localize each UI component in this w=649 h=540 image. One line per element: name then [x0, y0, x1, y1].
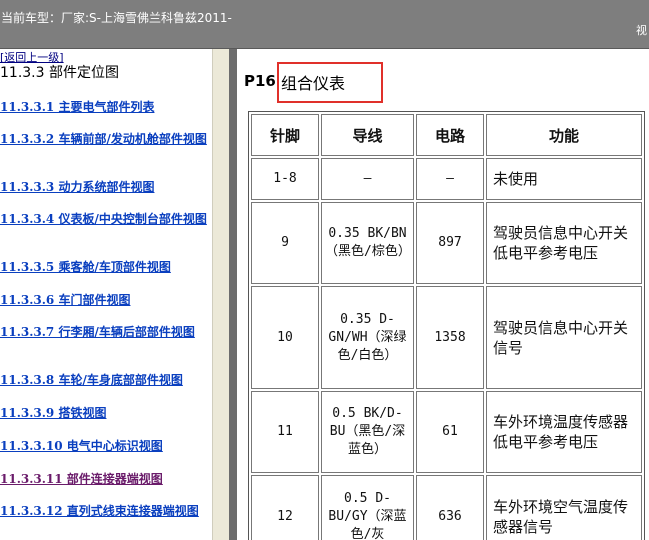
title-bar: 当前车型：厂家:S-上海雪佛兰科鲁兹2011- 视: [0, 0, 649, 49]
cell-pin: 12: [251, 475, 319, 540]
cell-wire: 0.5 D-BU/GY（深蓝色/灰: [321, 475, 414, 540]
pane-gutter: [229, 49, 237, 540]
table-row: 11 0.5 BK/D-BU（黑色/深蓝色） 61 车外环境温度传感器低电平参考…: [251, 391, 642, 473]
navigation-pane: [返回上一级] 11.3.3 部件定位图 11.3.3.1 主要电气部件列表 1…: [0, 49, 212, 540]
view-menu-label[interactable]: 视: [636, 22, 647, 38]
cell-wire: 0.5 BK/D-BU（黑色/深蓝色）: [321, 391, 414, 473]
nav-link-powertrain-view[interactable]: 11.3.3.3 动力系统部件视图: [0, 180, 208, 195]
cell-pin: 11: [251, 391, 319, 473]
nav-link-inline-harness-view[interactable]: 11.3.3.12 直列式线束连接器端视图: [0, 504, 208, 519]
nav-link-connector-end-view[interactable]: 11.3.3.11 部件连接器端视图: [0, 472, 208, 487]
content-pane: P16 组合仪表 针脚 导线 电路 功能 1-8 — — 未使用 9 0.35 …: [237, 49, 649, 540]
header-function: 功能: [486, 114, 642, 156]
pane-splitter[interactable]: [212, 49, 229, 540]
nav-link-front-engine-view[interactable]: 11.3.3.2 车辆前部/发动机舱部件视图: [0, 132, 208, 147]
cell-pin: 10: [251, 286, 319, 389]
cell-function: 车外环境温度传感器低电平参考电压: [486, 391, 642, 473]
cell-pin: 9: [251, 202, 319, 284]
nav-link-electrical-center-view[interactable]: 11.3.3.10 电气中心标识视图: [0, 439, 208, 454]
cell-wire: —: [321, 158, 414, 200]
cell-circuit: —: [416, 158, 484, 200]
cell-function: 驾驶员信息中心开关信号: [486, 286, 642, 389]
nav-link-cabin-roof-view[interactable]: 11.3.3.5 乘客舱/车顶部件视图: [0, 260, 208, 275]
cell-function: 车外环境空气温度传感器信号: [486, 475, 642, 540]
cell-wire: 0.35 D-GN/WH（深绿色/白色）: [321, 286, 414, 389]
cell-circuit: 1358: [416, 286, 484, 389]
section-title: 11.3.3 部件定位图: [0, 65, 119, 81]
nav-link-door-view[interactable]: 11.3.3.6 车门部件视图: [0, 293, 208, 308]
table-row: 10 0.35 D-GN/WH（深绿色/白色） 1358 驾驶员信息中心开关信号: [251, 286, 642, 389]
nav-link-ground-view[interactable]: 11.3.3.9 搭铁视图: [0, 406, 208, 421]
header-wire: 导线: [321, 114, 414, 156]
table-row: 1-8 — — 未使用: [251, 158, 642, 200]
cell-pin: 1-8: [251, 158, 319, 200]
vehicle-model-title: 当前车型：厂家:S-上海雪佛兰科鲁兹2011-: [1, 11, 232, 25]
cell-function: 未使用: [486, 158, 642, 200]
nav-link-main-parts-list[interactable]: 11.3.3.1 主要电气部件列表: [0, 100, 208, 115]
cell-wire: 0.35 BK/BN（黑色/棕色）: [321, 202, 414, 284]
nav-link-wheel-underbody-view[interactable]: 11.3.3.8 车轮/车身底部部件视图: [0, 373, 208, 388]
table-row: 12 0.5 D-BU/GY（深蓝色/灰 636 车外环境空气温度传感器信号: [251, 475, 642, 540]
pinout-table: 针脚 导线 电路 功能 1-8 — — 未使用 9 0.35 BK/BN（黑色/…: [248, 111, 645, 540]
nav-link-dashboard-console-view[interactable]: 11.3.3.4 仪表板/中央控制台部件视图: [0, 212, 208, 227]
header-circuit: 电路: [416, 114, 484, 156]
nav-link-trunk-rear-view[interactable]: 11.3.3.7 行李厢/车辆后部部件视图: [0, 325, 208, 340]
part-label: P16: [244, 72, 276, 90]
table-row: 9 0.35 BK/BN（黑色/棕色） 897 驾驶员信息中心开关低电平参考电压: [251, 202, 642, 284]
cell-function: 驾驶员信息中心开关低电平参考电压: [486, 202, 642, 284]
header-pin: 针脚: [251, 114, 319, 156]
cell-circuit: 636: [416, 475, 484, 540]
cell-circuit: 897: [416, 202, 484, 284]
cell-circuit: 61: [416, 391, 484, 473]
table-header-row: 针脚 导线 电路 功能: [251, 114, 642, 156]
highlight-box: [277, 62, 383, 103]
